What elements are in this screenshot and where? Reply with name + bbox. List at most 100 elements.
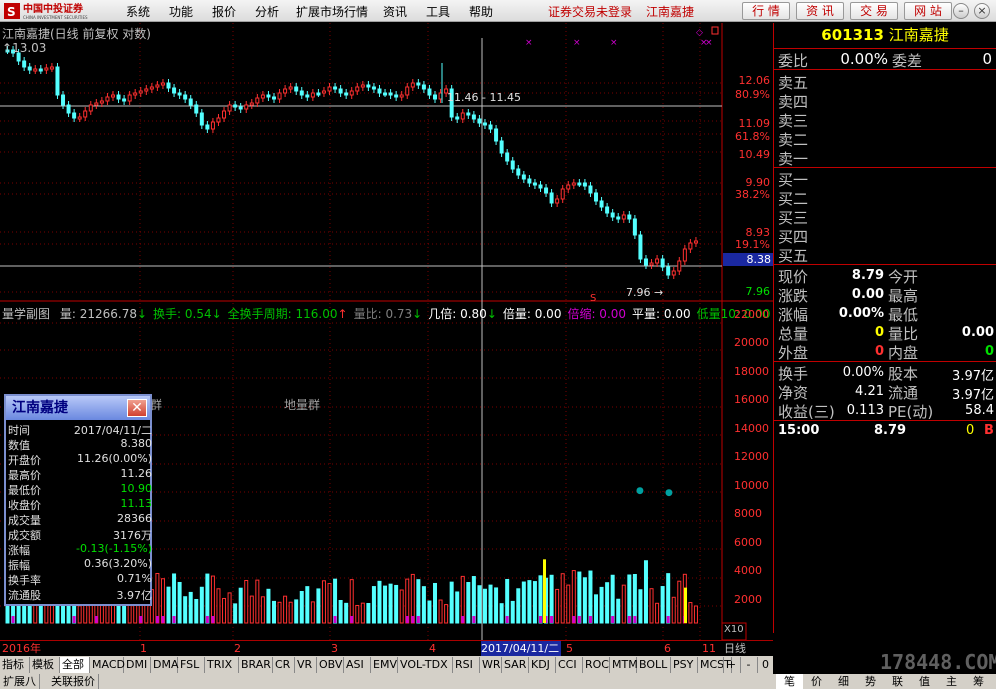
quote-label[interactable]: 今开 (888, 266, 918, 287)
candle-body[interactable] (660, 258, 665, 268)
candle-body[interactable] (555, 198, 560, 204)
candle-body[interactable] (172, 87, 177, 94)
candle-body[interactable] (532, 182, 537, 186)
sell-level-3[interactable]: 卖二 (778, 129, 996, 150)
popup-label[interactable]: 数值 (8, 437, 30, 453)
indicator-tab-macd[interactable]: MACD (90, 657, 125, 673)
candle-body[interactable] (544, 187, 549, 194)
candle-body[interactable] (366, 84, 371, 88)
quote-label[interactable]: 最低 (888, 304, 918, 325)
bottom-tab[interactable]: 扩展八 (0, 674, 40, 689)
candle-body[interactable] (49, 66, 54, 70)
popup-value[interactable]: 28366 (117, 512, 152, 525)
candle-body[interactable] (77, 116, 82, 120)
candle-body[interactable] (433, 94, 438, 100)
volume-axis-label[interactable]: 20000 (734, 336, 769, 349)
candle-body[interactable] (105, 96, 110, 102)
quote-value[interactable]: 0.113 (824, 403, 884, 418)
price-axis-label[interactable]: 7.96 (746, 285, 771, 298)
sell-level-4[interactable]: 卖一 (778, 148, 996, 169)
candle-body[interactable] (321, 90, 326, 94)
right-tab-4[interactable]: 联 (884, 674, 911, 689)
candle-body[interactable] (227, 104, 232, 112)
candle-body[interactable] (283, 88, 288, 94)
menu-item-4[interactable]: 扩展市场行情 (296, 3, 368, 20)
indicator-tab-cr[interactable]: CR (273, 657, 295, 673)
candle-body[interactable] (560, 188, 565, 200)
bottom-tab[interactable]: 关联报价 (48, 674, 99, 689)
trade-status-text[interactable]: 证券交易未登录 (548, 3, 632, 20)
candle-body[interactable] (333, 86, 338, 90)
volume-axis-label[interactable]: 12000 (734, 450, 769, 463)
menu-item-3[interactable]: 分析 (255, 3, 279, 20)
quote-label[interactable]: 股本 (888, 363, 918, 384)
right-tab-0[interactable]: 笔 (776, 674, 803, 689)
candle-body[interactable] (155, 84, 160, 88)
candle-body[interactable] (160, 82, 165, 86)
candle-body[interactable] (421, 84, 426, 90)
popup-value[interactable]: 3.97亿 (117, 587, 153, 603)
candle-body[interactable] (394, 94, 399, 98)
candle-body[interactable] (516, 168, 521, 176)
popup-value[interactable]: 11.13 (121, 497, 153, 510)
candle-body[interactable] (688, 242, 693, 250)
candle-body[interactable] (693, 240, 698, 244)
price-axis-label[interactable]: 11.09 (739, 117, 771, 130)
right-tab-2[interactable]: 细 (830, 674, 857, 689)
indicator-tab-cci[interactable]: CCI (556, 657, 583, 673)
candle-body[interactable] (566, 184, 571, 190)
candle-body[interactable] (210, 121, 215, 130)
quote-value[interactable]: 0 (934, 344, 994, 359)
candle-body[interactable] (72, 112, 77, 119)
close-icon[interactable]: ✕ (127, 399, 147, 417)
popup-label[interactable]: 开盘价 (8, 452, 41, 468)
candle-body[interactable] (383, 92, 388, 96)
candle-body[interactable] (610, 212, 615, 218)
candle-body[interactable] (288, 86, 293, 90)
right-tab-1[interactable]: 价 (803, 674, 830, 689)
date-axis-label[interactable]: 3 (331, 641, 338, 656)
candle-body[interactable] (521, 174, 526, 180)
volume-axis-label[interactable]: 10000 (734, 479, 769, 492)
indicator-tab-指标[interactable]: 指标 (0, 657, 30, 673)
candle-body[interactable] (149, 86, 154, 90)
candle-body[interactable] (199, 112, 204, 126)
quote-value[interactable]: 4.21 (824, 384, 884, 399)
menu-item-5[interactable]: 资讯 (383, 3, 407, 20)
indicator-tab-vr[interactable]: VR (295, 657, 317, 673)
price-axis-label[interactable]: 19.1% (735, 238, 770, 251)
date-axis-label[interactable]: 2016年 (2, 641, 41, 656)
date-axis-label[interactable]: 4 (429, 641, 436, 656)
candle-body[interactable] (616, 216, 621, 220)
candle-body[interactable] (222, 110, 227, 119)
volume-axis-label[interactable]: 4000 (734, 564, 762, 577)
quote-label[interactable]: 涨幅 (778, 304, 808, 325)
price-axis-label[interactable]: 80.9% (735, 88, 770, 101)
candle-body[interactable] (355, 86, 360, 92)
candle-body[interactable] (499, 140, 504, 154)
candle-body[interactable] (338, 88, 343, 94)
popup-label[interactable]: 流通股 (8, 587, 41, 603)
buy-level-3[interactable]: 买四 (778, 226, 996, 247)
popup-value[interactable]: 11.26(0.00%) (77, 452, 152, 465)
period-label[interactable]: 日线 (724, 641, 746, 656)
candle-body[interactable] (205, 124, 210, 130)
indicator-nav-button[interactable]: + (723, 657, 739, 673)
quote-label[interactable]: PE(动) (888, 401, 933, 422)
candle-body[interactable] (344, 92, 349, 96)
price-axis-label[interactable]: 10.49 (739, 148, 771, 161)
candle-body[interactable] (38, 68, 43, 72)
candle-body[interactable] (166, 82, 171, 89)
toolbar-button-2[interactable]: 交 易 (850, 2, 898, 20)
candle-body[interactable] (549, 192, 554, 204)
price-axis-label[interactable]: 12.06 (739, 74, 771, 87)
candle-body[interactable] (255, 97, 260, 104)
sell-level-2[interactable]: 卖三 (778, 110, 996, 131)
bar-info-popup[interactable]: 江南嘉捷 ✕ 时间 2017/04/11/二 数值 8.380 开盘价 11.26(0.0… (4, 394, 152, 606)
candle-body[interactable] (527, 178, 532, 184)
candle-body[interactable] (427, 88, 432, 96)
candle-body[interactable] (22, 60, 27, 68)
date-axis-label[interactable]: 1 (140, 641, 147, 656)
candle-body[interactable] (638, 234, 643, 260)
candle-body[interactable] (605, 206, 610, 214)
